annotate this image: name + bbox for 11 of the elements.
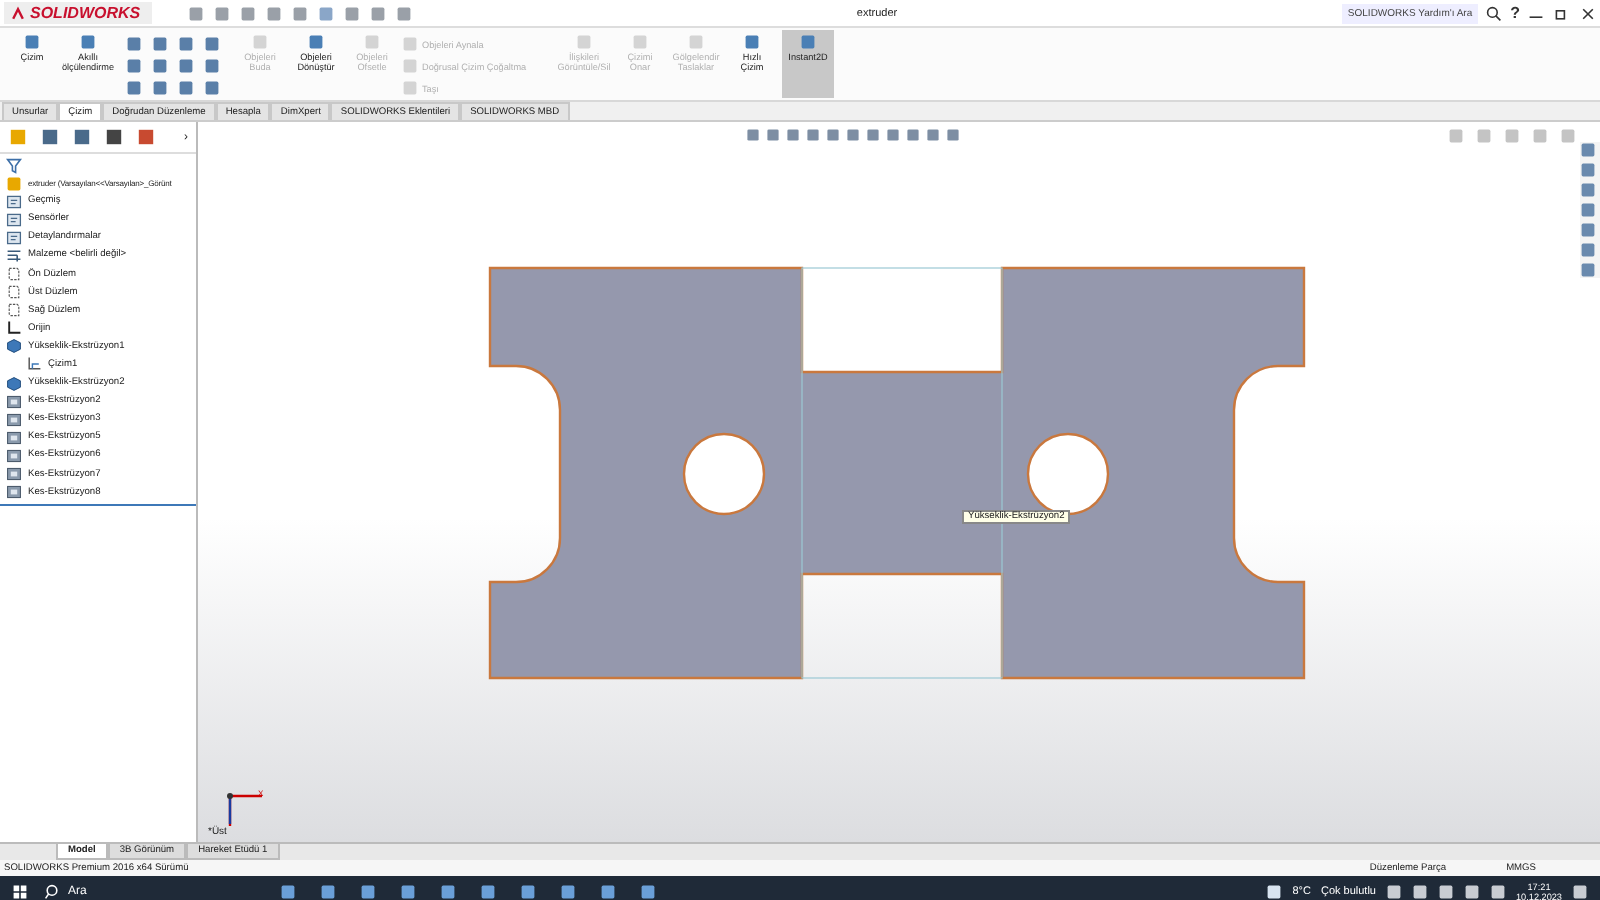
axes-icon [6, 320, 22, 337]
help-button[interactable]: ? [1510, 4, 1520, 22]
search-icon[interactable] [44, 883, 60, 899]
block-icon [6, 338, 22, 355]
sketch-icon [26, 356, 42, 373]
filter-icon[interactable] [6, 158, 22, 174]
block-icon [6, 375, 22, 392]
app-logo: SOLIDWORKS [4, 2, 153, 24]
material-icon [6, 247, 22, 264]
start-icon[interactable] [12, 883, 28, 899]
search-icon[interactable] [1486, 5, 1503, 21]
